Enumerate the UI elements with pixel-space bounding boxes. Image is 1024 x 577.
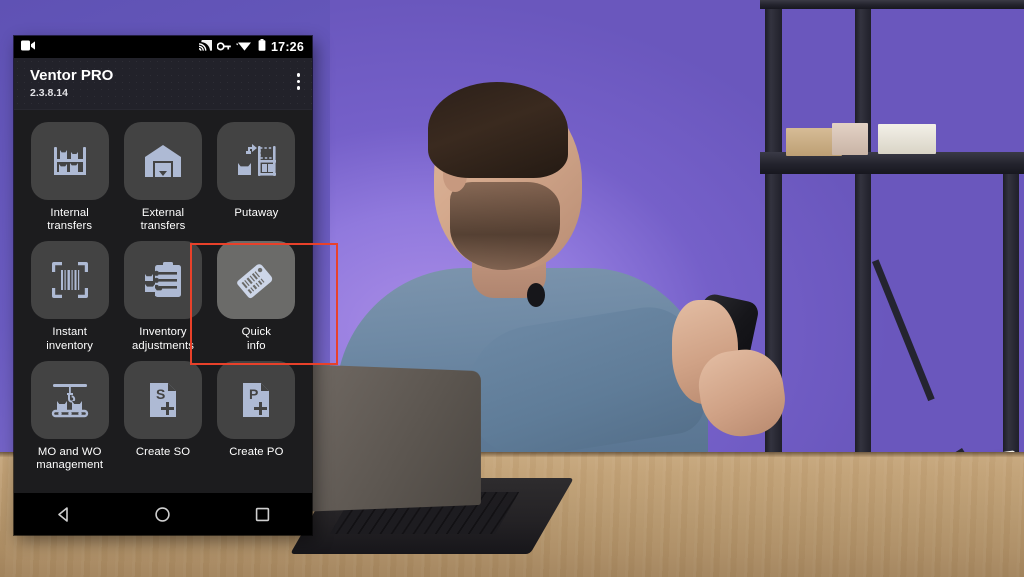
shelf-box: [832, 123, 868, 155]
crane-conveyor-icon: [48, 378, 92, 422]
grid-item-instant-inventory[interactable]: Instant inventory: [28, 241, 111, 353]
screen-record-icon: [21, 38, 35, 56]
grid-label: Create SO: [135, 446, 191, 458]
status-bar: 17:26: [14, 36, 312, 58]
barcode-scan-frame-icon: [48, 258, 92, 302]
wifi-icon: [236, 38, 253, 56]
tile-inventory-adjustments[interactable]: [123, 241, 202, 320]
grid-label: Create PO: [229, 446, 284, 458]
grid-item-create-so[interactable]: S Create SO: [121, 361, 204, 473]
price-tag-barcode-icon: [234, 258, 278, 302]
rack-shelf: [760, 0, 1024, 9]
grid-item-quick-info[interactable]: Quick info: [215, 241, 298, 353]
clipboard-checklist-icon: [141, 258, 185, 302]
tile-instant-inventory[interactable]: [30, 241, 109, 320]
status-bar-clock: 17:26: [271, 40, 304, 54]
tile-internal-transfers[interactable]: [30, 121, 109, 200]
grid-item-create-po[interactable]: P Create PO: [215, 361, 298, 473]
back-triangle-icon[interactable]: [55, 506, 72, 523]
tile-external-transfers[interactable]: [123, 121, 202, 200]
action-grid: Internal transfers External transfers Pu…: [14, 109, 312, 493]
app-version: 2.3.8.14: [30, 86, 68, 99]
recents-square-icon[interactable]: [254, 506, 271, 523]
tile-create-po[interactable]: P: [217, 361, 296, 439]
vpn-key-icon: [216, 38, 231, 56]
grid-item-external-transfers[interactable]: External transfers: [121, 121, 204, 234]
document-p-plus-icon: P: [234, 378, 278, 422]
battery-icon: [258, 38, 266, 56]
tile-quick-info[interactable]: [217, 241, 296, 320]
svg-text:P: P: [249, 386, 258, 402]
video-frame: 17:26 Ventor PRO 2.3.8.14 Internal trans…: [0, 0, 1024, 577]
laptop-screen: [310, 364, 481, 512]
grid-label: MO and WO management: [36, 446, 104, 472]
grid-label: Instant inventory: [46, 326, 94, 352]
lapel-microphone: [527, 283, 545, 307]
tile-mo-wo-management[interactable]: [30, 361, 109, 439]
cast-icon: [199, 38, 213, 56]
overflow-menu-icon[interactable]: [296, 73, 300, 90]
home-circle-icon[interactable]: [154, 506, 171, 523]
grid-label: Quick info: [241, 326, 272, 352]
grid-item-putaway[interactable]: Putaway: [215, 121, 298, 234]
warehouse-arrow-down-icon: [141, 139, 185, 183]
presenter-hair: [428, 82, 568, 178]
grid-item-mo-wo-management[interactable]: MO and WO management: [28, 361, 111, 473]
grid-item-internal-transfers[interactable]: Internal transfers: [28, 121, 111, 234]
phone-screen-overlay: 17:26 Ventor PRO 2.3.8.14 Internal trans…: [14, 36, 312, 535]
android-navigation-bar: [14, 493, 312, 535]
rack-post: [855, 0, 871, 468]
document-s-plus-icon: S: [141, 378, 185, 422]
tile-create-so[interactable]: S: [123, 361, 202, 439]
app-title: Ventor PRO: [30, 67, 114, 84]
shelf-boxes-icon: [48, 139, 92, 183]
tile-putaway[interactable]: [217, 121, 296, 200]
grid-label: External transfers: [140, 206, 186, 233]
rack-post: [1003, 170, 1019, 470]
grid-label: Internal transfers: [47, 206, 93, 233]
grid-label: Putaway: [234, 206, 279, 219]
app-bar: Ventor PRO 2.3.8.14: [14, 58, 312, 110]
putaway-box-shelf-icon: [234, 139, 278, 183]
svg-text:S: S: [156, 386, 165, 402]
grid-item-inventory-adjustments[interactable]: Inventory adjustments: [121, 241, 204, 353]
shelf-box: [878, 124, 936, 154]
grid-label: Inventory adjustments: [131, 326, 194, 352]
